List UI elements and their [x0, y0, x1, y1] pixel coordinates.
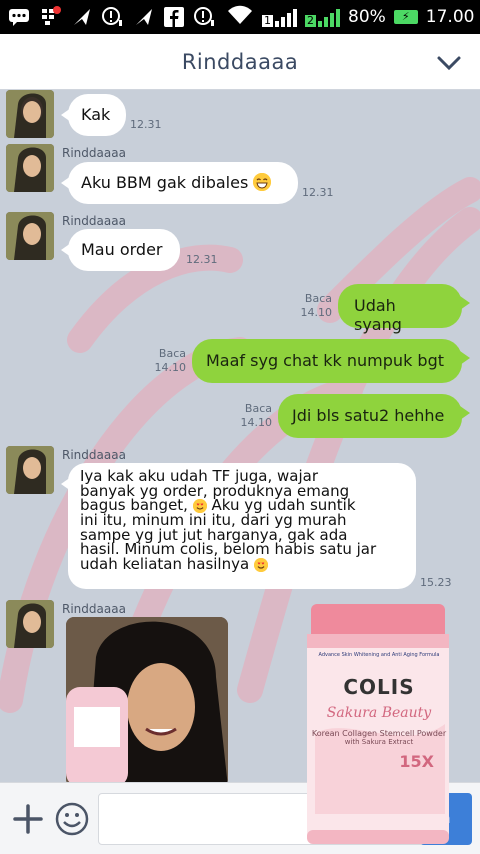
signal-icon [275, 7, 297, 27]
emoji-icon[interactable] [55, 802, 89, 836]
chat-header: Rinddaaaa [0, 34, 480, 90]
product-desc-2: with Sakura Extract [344, 738, 414, 746]
message-text: Mau order [81, 240, 163, 259]
read-receipt: Baca 14.10 [300, 292, 333, 319]
sender-name: Rinddaaaa [62, 448, 126, 462]
read-receipt: Baca 14.10 [154, 347, 187, 374]
message-bubble[interactable]: Kak [61, 94, 126, 136]
status-bar: 1 2 80% ⚡ 17.00 [0, 0, 480, 34]
message-text: Udah syang [354, 296, 402, 334]
message-text: Kak [81, 105, 111, 124]
message-text: udah keliatan hasilnya [80, 554, 250, 573]
avatar[interactable] [6, 600, 54, 648]
sim2-label: 2 [305, 14, 316, 27]
message-time: 15.23 [420, 576, 452, 589]
product-subtitle: Sakura Beauty [326, 705, 432, 721]
avatar[interactable] [6, 90, 54, 138]
avatar[interactable] [6, 446, 54, 494]
bbm-icon [40, 6, 62, 28]
message-time: 12.31 [302, 186, 334, 199]
alert-signal-icon [194, 6, 216, 28]
product-badge: 15X [399, 752, 434, 771]
plus-icon[interactable] [12, 803, 44, 835]
product-brand: COLIS [343, 675, 415, 699]
chat-bubble-icon [8, 6, 30, 28]
sender-name: Rinddaaaa [62, 214, 126, 228]
alert-signal-icon [102, 6, 124, 28]
message-text: Jdi bls satu2 hehhe [292, 406, 445, 425]
chat-title: Rinddaaaa [181, 49, 299, 74]
grin-emoji-icon [253, 173, 272, 191]
avatar[interactable] [6, 144, 54, 192]
send-icon [134, 6, 154, 28]
signal-icon [318, 7, 340, 27]
battery-percent: 80% [348, 7, 386, 27]
product-label: Advance Skin Whitening and Anti Aging Fo… [310, 652, 448, 771]
message-bubble[interactable]: Udah syang [338, 284, 470, 334]
sim1-label: 1 [262, 14, 273, 27]
facebook-icon [164, 6, 184, 28]
product-desc: Korean Collagen Stemcell Powder [311, 729, 447, 738]
sender-name: Rinddaaaa [62, 146, 126, 160]
message-text: Maaf syg chat kk numpuk bgt [206, 351, 444, 370]
message-bubble[interactable]: Maaf syg chat kk numpuk bgt [192, 339, 470, 383]
battery-charging-icon: ⚡ [393, 10, 418, 24]
chevron-down-icon[interactable] [436, 50, 462, 76]
send-icon [72, 6, 92, 28]
message-time: 12.31 [130, 118, 162, 131]
photo-message[interactable] [66, 617, 228, 782]
message-bubble[interactable]: Mau order [61, 229, 180, 271]
clock: 17.00 [425, 7, 475, 27]
avatar[interactable] [6, 212, 54, 260]
wifi-icon [226, 5, 254, 30]
message-time: 12.31 [186, 253, 218, 266]
message-bubble[interactable]: Jdi bls satu2 hehhe [278, 394, 470, 438]
message-bubble[interactable]: Aku BBM gak dibales [61, 162, 298, 204]
heart-eyes-emoji-icon [192, 499, 207, 513]
message-text: Aku BBM gak dibales [81, 173, 249, 192]
product-top-text: Advance Skin Whitening and Anti Aging Fo… [318, 652, 440, 658]
heart-eyes-emoji-icon [253, 557, 268, 572]
read-receipt: Baca 14.10 [240, 402, 273, 429]
sender-name: Rinddaaaa [62, 602, 126, 616]
message-bubble[interactable]: Iya kak aku udah TF juga, wajar banyak y… [61, 463, 416, 589]
